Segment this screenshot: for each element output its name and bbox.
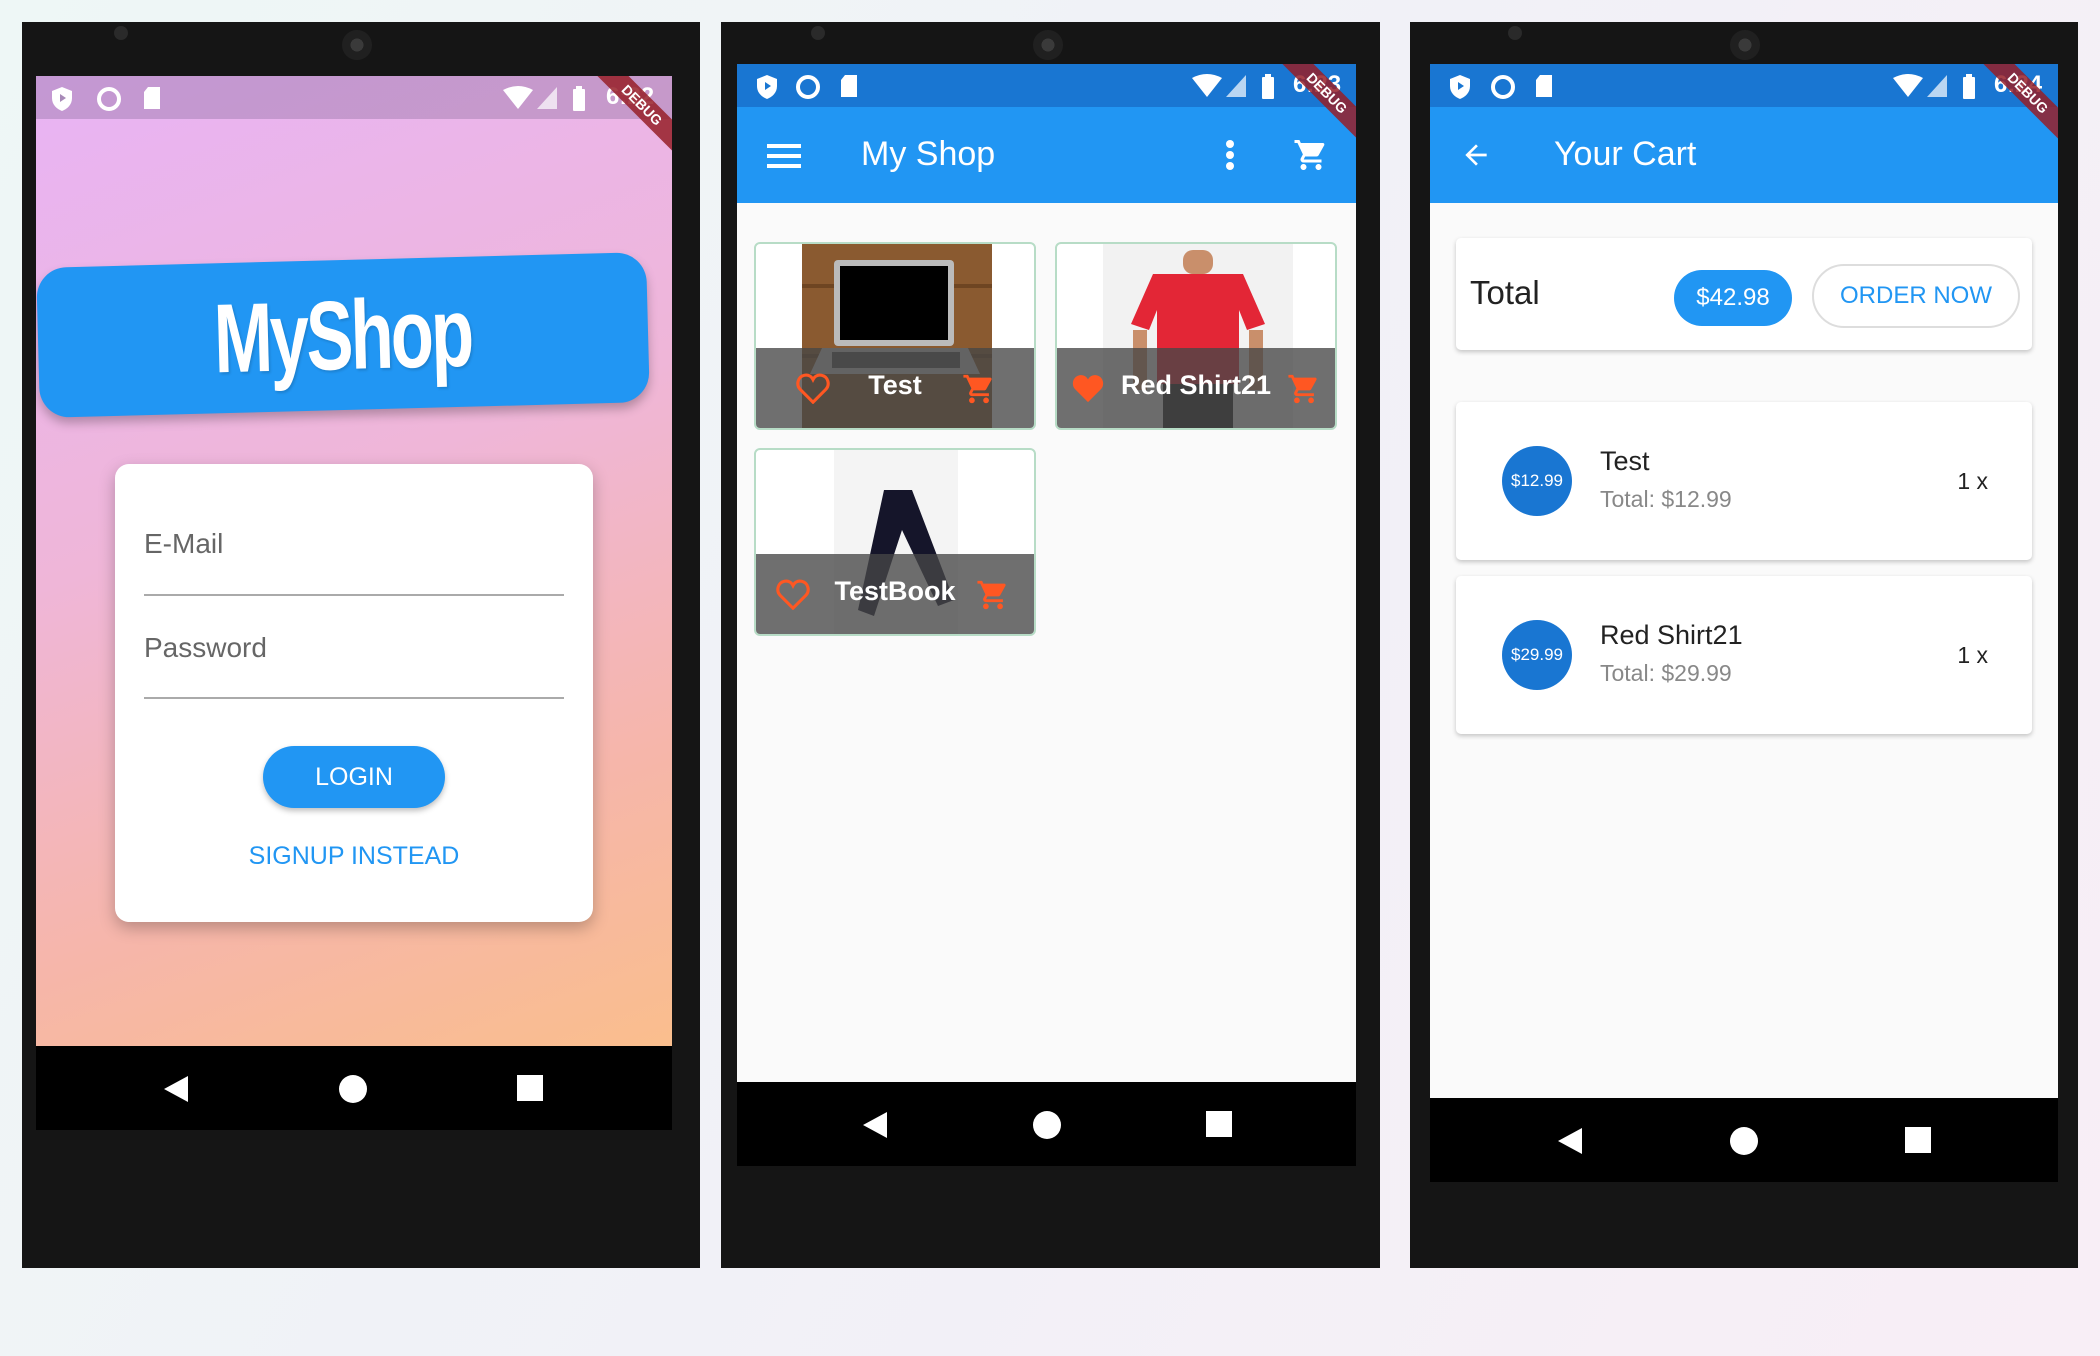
auth-card: E-Mail Password LOGIN SIGNUP INSTEAD xyxy=(115,464,593,922)
cart-screen: 6:24 Your Cart DEBUG Total $42.98 ORDER … xyxy=(1430,64,2058,1182)
system-nav-bar xyxy=(1430,1098,2058,1182)
password-underline xyxy=(144,697,564,699)
circle-icon xyxy=(97,87,121,111)
home-circle-icon[interactable] xyxy=(1032,1110,1062,1140)
shield-icon xyxy=(52,87,72,111)
sd-card-icon xyxy=(144,87,160,109)
tile-footer: TestBook xyxy=(756,554,1034,634)
app-bar: My Shop xyxy=(737,107,1356,203)
cart-icon[interactable] xyxy=(962,372,996,406)
login-button[interactable]: LOGIN xyxy=(263,746,445,808)
signal-icon xyxy=(537,87,557,109)
speaker xyxy=(342,30,372,60)
email-underline xyxy=(144,594,564,596)
sd-card-icon xyxy=(1536,75,1552,97)
item-subtotal: Total: $29.99 xyxy=(1600,660,1732,686)
back-triangle-icon[interactable] xyxy=(1556,1126,1584,1156)
recents-square-icon[interactable] xyxy=(1904,1126,1932,1154)
app-logo: MyShop xyxy=(36,252,650,418)
item-title: Test xyxy=(1600,446,1650,476)
back-triangle-icon[interactable] xyxy=(861,1110,889,1140)
battery-icon xyxy=(1262,74,1274,99)
shield-icon xyxy=(1450,75,1470,99)
status-bar: 6:22 xyxy=(36,76,672,119)
speaker xyxy=(1033,30,1063,60)
shop-screen: 6:23 My Shop DEBUG Test xyxy=(737,64,1356,1166)
total-amount-badge: $42.98 xyxy=(1674,270,1792,326)
app-bar: Your Cart xyxy=(1430,107,2058,203)
item-quantity: 1 x xyxy=(1957,642,1988,668)
cart-icon[interactable] xyxy=(976,578,1010,612)
status-bar: 6:24 xyxy=(1430,64,2058,107)
phone-shop: 6:23 My Shop DEBUG Test xyxy=(721,22,1380,1268)
phone-cart: 6:24 Your Cart DEBUG Total $42.98 ORDER … xyxy=(1410,22,2078,1268)
signal-icon xyxy=(1226,75,1246,97)
cart-total-card: Total $42.98 ORDER NOW xyxy=(1456,238,2032,350)
home-circle-icon[interactable] xyxy=(338,1074,368,1104)
auth-screen: 6:22 DEBUG MyShop E-Mail Password LOGIN … xyxy=(36,76,672,1130)
password-field[interactable]: Password xyxy=(144,632,267,664)
wifi-icon xyxy=(1893,74,1923,97)
status-bar: 6:23 xyxy=(737,64,1356,107)
sd-card-icon xyxy=(841,75,857,97)
tile-footer: Red Shirt21 xyxy=(1057,348,1335,428)
item-subtotal: Total: $12.99 xyxy=(1600,486,1732,512)
email-field[interactable]: E-Mail xyxy=(144,528,223,560)
cart-item[interactable]: $12.99 Test Total: $12.99 1 x xyxy=(1456,402,2032,560)
product-tile[interactable]: TestBook xyxy=(754,448,1036,636)
item-price-avatar: $29.99 xyxy=(1502,620,1572,690)
signal-icon xyxy=(1927,75,1947,97)
product-tile[interactable]: Test xyxy=(754,242,1036,430)
product-tile[interactable]: Red Shirt21 xyxy=(1055,242,1337,430)
circle-icon xyxy=(796,75,820,99)
item-quantity: 1 x xyxy=(1957,468,1988,494)
battery-icon xyxy=(1963,74,1975,99)
camera xyxy=(811,26,825,40)
page-title: My Shop xyxy=(861,135,996,173)
menu-icon[interactable] xyxy=(767,143,801,169)
camera xyxy=(1508,26,1522,40)
shield-icon xyxy=(757,75,777,99)
system-nav-bar xyxy=(36,1046,672,1130)
speaker xyxy=(1730,30,1760,60)
order-now-button[interactable]: ORDER NOW xyxy=(1812,264,2020,328)
camera xyxy=(114,26,128,40)
page-title: Your Cart xyxy=(1554,135,1697,173)
item-title: Red Shirt21 xyxy=(1600,620,1743,650)
wifi-icon xyxy=(1192,74,1222,97)
wifi-icon xyxy=(503,86,533,109)
recents-square-icon[interactable] xyxy=(1205,1110,1233,1138)
total-label: Total xyxy=(1470,274,1540,311)
circle-icon xyxy=(1491,75,1515,99)
phone-auth: 6:22 DEBUG MyShop E-Mail Password LOGIN … xyxy=(22,22,700,1268)
home-circle-icon[interactable] xyxy=(1729,1126,1759,1156)
system-nav-bar xyxy=(737,1082,1356,1166)
cart-icon[interactable] xyxy=(1293,137,1329,173)
more-vert-icon[interactable] xyxy=(1225,139,1235,171)
cart-item[interactable]: $29.99 Red Shirt21 Total: $29.99 1 x xyxy=(1456,576,2032,734)
logo-text: MyShop xyxy=(213,276,473,393)
signup-instead-button[interactable]: SIGNUP INSTEAD xyxy=(115,842,593,871)
arrow-back-icon[interactable] xyxy=(1460,139,1492,171)
item-price-avatar: $12.99 xyxy=(1502,446,1572,516)
recents-square-icon[interactable] xyxy=(516,1074,544,1102)
cart-icon[interactable] xyxy=(1287,372,1321,406)
tile-footer: Test xyxy=(756,348,1034,428)
back-triangle-icon[interactable] xyxy=(162,1074,190,1104)
battery-icon xyxy=(573,86,585,111)
